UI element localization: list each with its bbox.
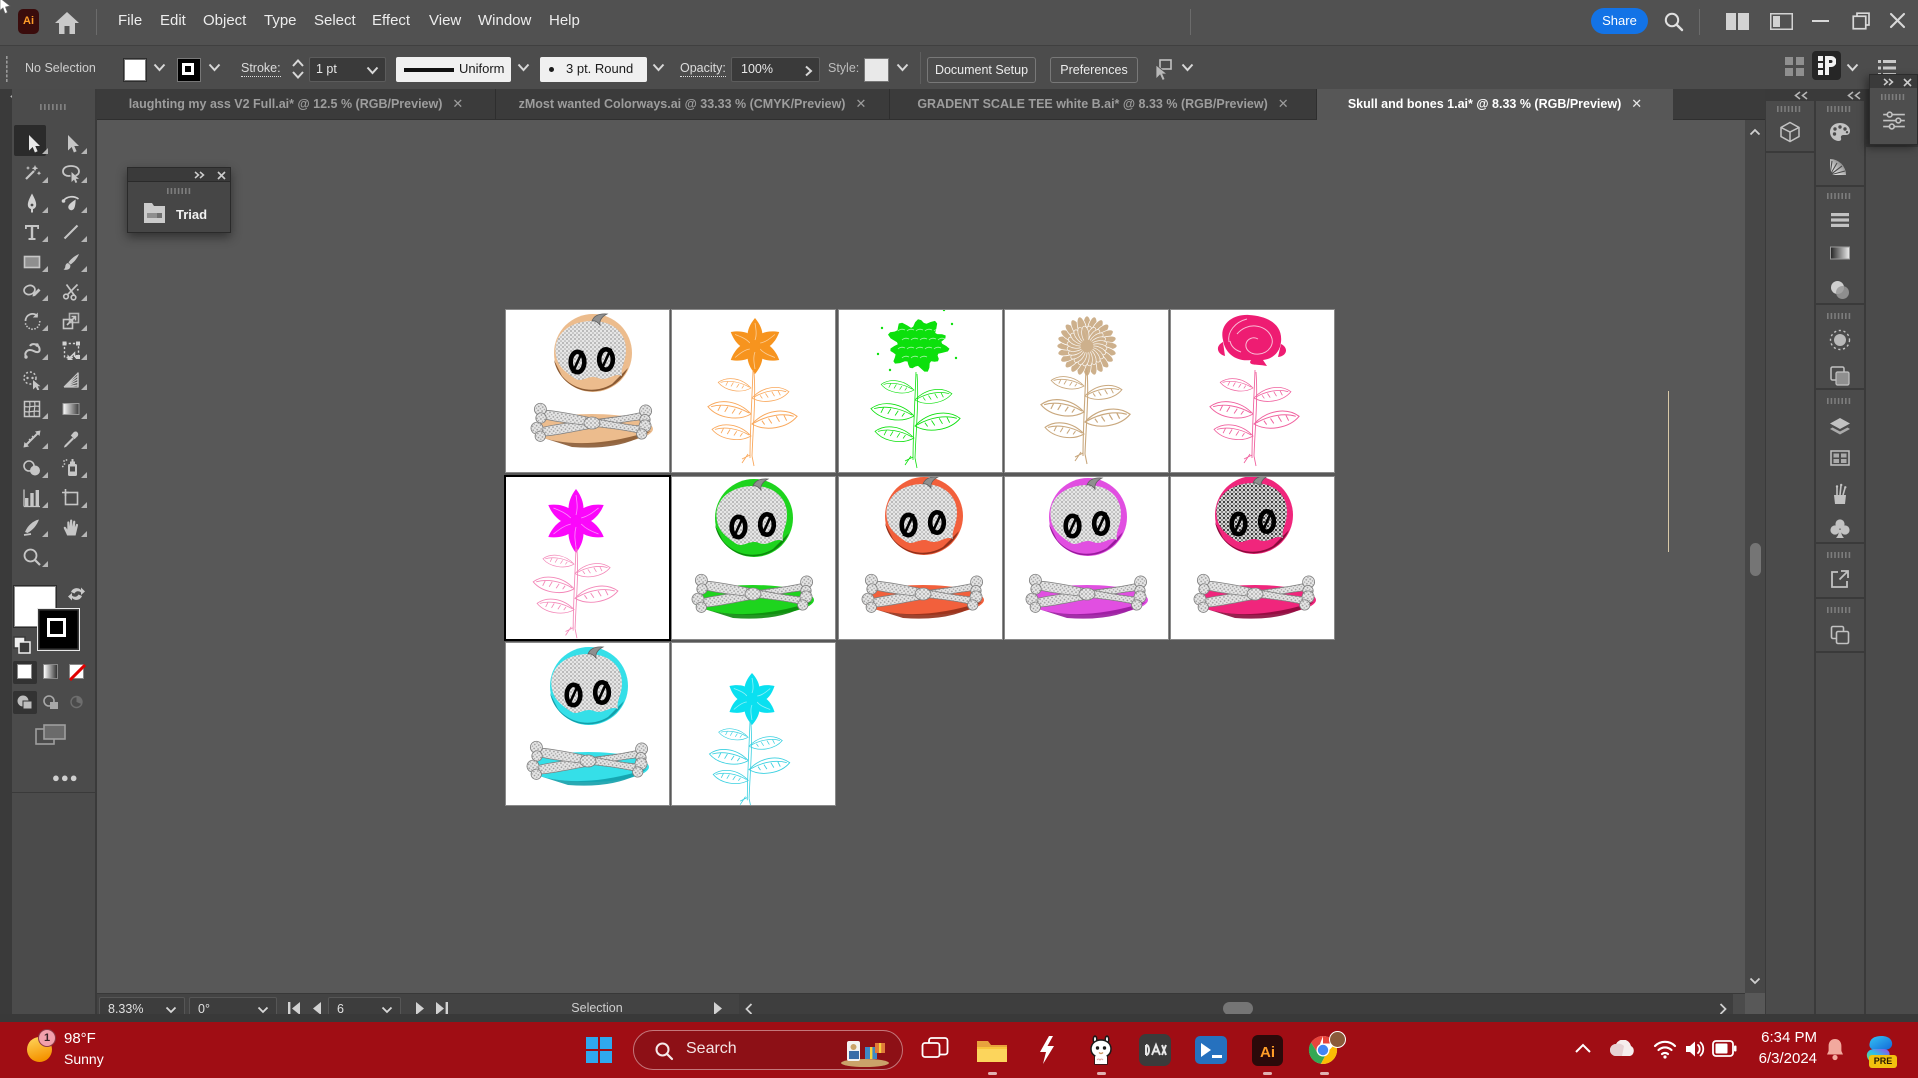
svg-text:Ai: Ai — [1260, 1044, 1275, 1061]
